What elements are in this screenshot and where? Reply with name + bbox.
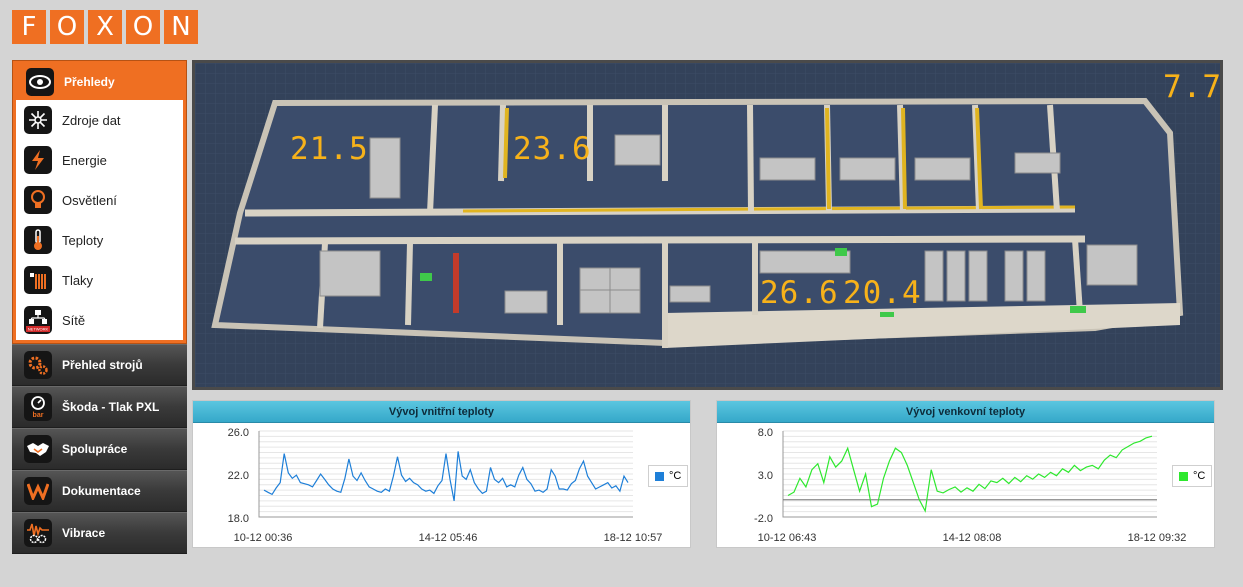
outdoor-temp-readout: 7.7	[1163, 69, 1222, 105]
nav-submenu: Zdroje dat Energie Osvětlení Teploty Tla…	[16, 100, 183, 340]
x-tick-label: 14-12 08:08	[943, 532, 1002, 544]
chart-legend: °C	[1172, 465, 1213, 487]
logo-letter: F	[12, 10, 46, 44]
handshake-icon	[24, 435, 52, 463]
y-tick-label: -2.0	[754, 513, 773, 525]
lightning-icon	[24, 146, 52, 174]
x-tick-label: 14-12 05:46	[419, 532, 478, 544]
legend-swatch	[1179, 471, 1188, 481]
inner-temp-chart: 26.0 22.0 18.0 10-12 00:36 14-12 05:46 1…	[228, 427, 663, 544]
room-temp-readout: 21.5	[290, 131, 369, 167]
nav-item-tlaky[interactable]: Tlaky	[16, 260, 183, 300]
logo-letter: N	[164, 10, 198, 44]
nav-item-skoda-tlak[interactable]: bar Škoda - Tlak PXL	[12, 386, 187, 428]
nav-label: Energie	[62, 152, 107, 168]
network-icon-text: NETWORK	[28, 327, 49, 332]
nav-label: Tlaky	[62, 272, 94, 288]
outer-temp-chart-panel: Vývoj venkovní teploty 8.0 3.0 -2.0 10-1…	[716, 400, 1215, 548]
room-temp-readout: 20.4	[843, 275, 922, 311]
nav-label: Škoda - Tlak PXL	[62, 400, 160, 414]
bulb-icon	[24, 186, 52, 214]
x-tick-label: 18-12 09:32	[1128, 532, 1187, 544]
pressure-gauge-icon: bar	[24, 393, 52, 421]
floorplan-view: 7.7 21.5 23.6 26.6 20.4	[192, 60, 1223, 390]
document-icon	[24, 477, 52, 505]
nav-item-dokumentace[interactable]: Dokumentace	[12, 470, 187, 512]
outer-temp-chart: 8.0 3.0 -2.0 10-12 06:43 14-12 08:08 18-…	[754, 427, 1187, 544]
legend-swatch	[655, 471, 664, 481]
eye-icon	[26, 68, 54, 96]
sidebar-nav: Přehledy Zdroje dat Energie Osvětlení Te…	[12, 60, 187, 554]
nav-item-osvetleni[interactable]: Osvětlení	[16, 180, 183, 220]
y-tick-label: 26.0	[228, 427, 249, 439]
floorplan-drawing	[195, 63, 1220, 387]
chart-legend: °C	[648, 465, 689, 487]
gears-icon	[24, 351, 52, 379]
inner-temp-chart-panel: Vývoj vnitřní teploty 26.0 22.0 18.0 10-…	[192, 400, 691, 548]
data-source-icon	[24, 106, 52, 134]
logo-letter: O	[50, 10, 84, 44]
nav-label: Zdroje dat	[62, 112, 121, 128]
room-temp-readout: 26.6	[760, 275, 839, 311]
nav-label: Spolupráce	[62, 442, 128, 456]
network-icon: NETWORK	[24, 306, 52, 334]
nav-item-zdroje-dat[interactable]: Zdroje dat	[16, 100, 183, 140]
logo-letter: X	[88, 10, 122, 44]
nav-group-prehledy: Přehledy Zdroje dat Energie Osvětlení Te…	[12, 60, 187, 344]
nav-item-prehled-stroju[interactable]: Přehled strojů	[12, 344, 187, 386]
nav-item-energie[interactable]: Energie	[16, 140, 183, 180]
inner-temp-series-line	[263, 451, 629, 502]
pressure-icon	[24, 266, 52, 294]
foxon-logo: F O X O N	[12, 10, 198, 44]
chart-title: Vývoj vnitřní teploty	[193, 401, 690, 423]
nav-item-site[interactable]: NETWORK Sítě	[16, 300, 183, 340]
nav-item-spoluprace[interactable]: Spolupráce	[12, 428, 187, 470]
y-tick-label: 18.0	[228, 513, 249, 525]
nav-item-teploty[interactable]: Teploty	[16, 220, 183, 260]
x-tick-label: 10-12 00:36	[234, 532, 293, 544]
legend-label: °C	[669, 470, 682, 482]
x-tick-label: 18-12 10:57	[604, 532, 663, 544]
nav-label: Teploty	[62, 232, 104, 248]
logo-letter: O	[126, 10, 160, 44]
nav-label: Vibrace	[62, 526, 106, 540]
nav-item-prehledy[interactable]: Přehledy	[16, 64, 183, 100]
nav-item-vibrace[interactable]: Vibrace	[12, 512, 187, 554]
thermometer-icon	[24, 226, 52, 254]
nav-label: Osvětlení	[62, 192, 117, 208]
y-tick-label: 22.0	[228, 470, 249, 482]
x-tick-label: 10-12 06:43	[758, 532, 817, 544]
bar-icon-text: bar	[33, 412, 44, 419]
legend-label: °C	[1193, 470, 1206, 482]
vibration-icon	[24, 519, 52, 547]
nav-label: Sítě	[62, 312, 86, 328]
nav-label: Přehledy	[64, 75, 115, 89]
nav-label: Dokumentace	[62, 484, 141, 498]
y-tick-label: 3.0	[758, 470, 773, 482]
y-tick-label: 8.0	[758, 427, 773, 439]
nav-label: Přehled strojů	[62, 358, 143, 372]
room-temp-readout: 23.6	[513, 131, 592, 167]
chart-title: Vývoj venkovní teploty	[717, 401, 1214, 423]
